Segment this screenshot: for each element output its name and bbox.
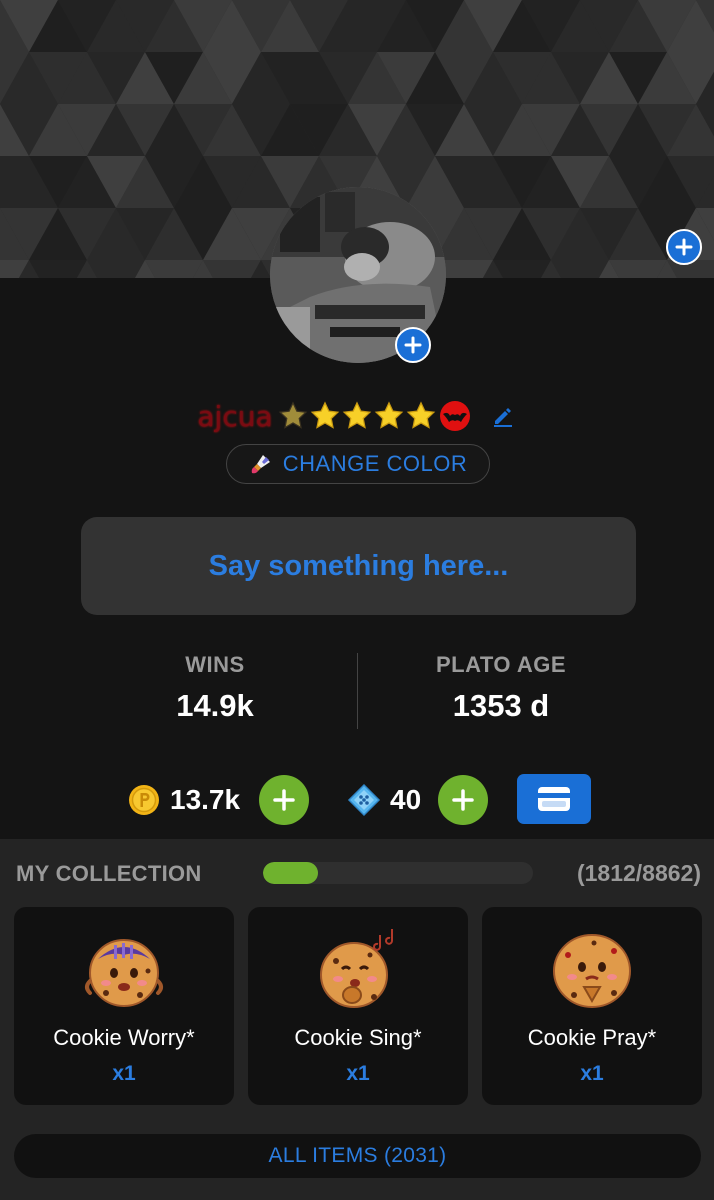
pencil-icon [493,408,512,427]
wallet-button[interactable] [517,774,591,824]
banner-triangle [87,260,145,278]
star-icon [374,401,403,429]
change-color-label: CHANGE COLOR [282,451,468,476]
collection-items: Cookie Worry* x1 Cookie Sing* x1 Cookie … [14,907,702,1105]
bat-badge-icon [439,401,470,431]
banner-triangle [145,260,203,278]
collection-title: MY COLLECTION [16,861,202,886]
status-placeholder: Say something here... [208,549,509,582]
plato-age-stat: PLATO AGE 1353 d [351,652,651,724]
collection-item-qty: x1 [580,1062,604,1085]
collection-item[interactable]: Cookie Sing* x1 [248,907,468,1105]
star-icon [342,401,371,429]
collection-item-qty: x1 [112,1062,136,1085]
wins-value: 14.9k [176,688,254,723]
stats-section: WINS 14.9k PLATO AGE 1353 d [0,652,714,730]
paintbrush-icon [251,455,270,474]
cookie-pray-icon [553,934,631,1008]
all-items-label: ALL ITEMS (2031) [268,1144,447,1167]
collection-item-name: Cookie Sing* [294,1025,422,1050]
cookie-worry-icon [85,939,163,1007]
star-icon [310,401,339,429]
gem-icon [347,783,381,817]
plus-icon [404,336,422,354]
cookie-sing-icon [320,929,393,1008]
status-input[interactable]: Say something here... [81,517,636,615]
plus-icon [675,238,693,256]
plato-age-value: 1353 d [452,688,550,723]
banner-triangle [493,260,551,278]
collection-progress-fill [263,862,319,884]
star-icon [406,401,435,429]
wins-label: WINS [185,652,245,677]
collection-progress-bar [263,862,533,884]
collection-section: MY COLLECTION (1812/8862) Cookie Worry* … [0,839,714,1200]
wins-stat: WINS 14.9k [65,652,365,724]
collection-item-name: Cookie Pray* [527,1025,657,1050]
banner-add-button[interactable] [666,229,702,265]
banner-triangle [551,260,609,278]
banner-triangle [609,260,667,278]
edit-name-button[interactable] [489,402,517,430]
collection-item-name: Cookie Worry* [53,1025,195,1050]
collection-item[interactable]: Cookie Pray* x1 [482,907,702,1105]
add-coins-button[interactable] [259,775,309,825]
coin-icon [129,785,159,815]
change-color-button[interactable]: CHANGE COLOR [226,444,490,484]
coins-value: 13.7k [170,784,241,815]
banner-triangle [29,260,87,278]
plus-icon [452,789,474,811]
gems-value: 40 [390,784,422,815]
wallet-icon [538,787,570,811]
collection-count: (1812/8862) [576,860,701,886]
collection-item[interactable]: Cookie Worry* x1 [14,907,234,1105]
username: ajcua [197,399,273,433]
all-items-button[interactable]: ALL ITEMS (2031) [14,1134,701,1178]
currency-row: 13.7k 40 [0,772,714,826]
banner-triangle [203,260,261,278]
plus-icon [273,789,295,811]
avatar-add-button[interactable] [395,327,431,363]
collection-item-qty: x1 [346,1062,370,1085]
glitter-star-icon [278,401,307,429]
plato-age-label: PLATO AGE [436,652,566,677]
username-row: ajcua [0,396,714,436]
add-gems-button[interactable] [438,775,488,825]
